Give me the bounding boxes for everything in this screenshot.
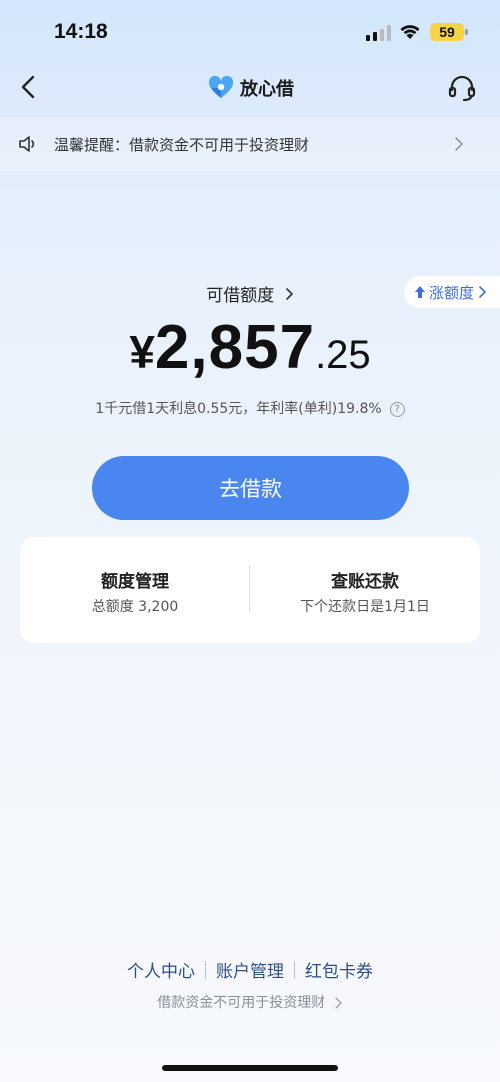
footer-links: 个人中心 账户管理 红包卡券 xyxy=(0,957,500,982)
quick-actions-card: 额度管理 总额度 3,200 查账还款 下个还款日是1月1日 xyxy=(20,537,480,643)
notice-text: 温馨提醒：借款资金不可用于投资理财 xyxy=(54,136,310,154)
chevron-right-icon xyxy=(455,137,463,151)
rate-info: 1千元借1天利息0.55元，年利率(单利)19.8%? xyxy=(0,398,500,418)
chevron-right-icon xyxy=(285,287,293,300)
rate-text: 1千元借1天利息0.55元，年利率(单利)19.8% xyxy=(95,401,382,417)
back-chevron-icon[interactable] xyxy=(14,72,44,102)
battery-tip xyxy=(465,29,468,35)
footer-link-account-management[interactable]: 账户管理 xyxy=(216,957,284,982)
brand-heart-logo-icon xyxy=(208,76,234,98)
status-time: 14:18 xyxy=(54,20,108,43)
customer-service-headset-icon[interactable] xyxy=(446,72,478,104)
help-question-icon[interactable]: ? xyxy=(389,401,405,417)
bill-repayment-sub: 下个还款日是1月1日 xyxy=(300,599,430,615)
footer-note-link[interactable]: 借款资金不可用于投资理财 xyxy=(0,992,500,1012)
brand: 放心借 xyxy=(208,74,294,102)
quota-management-item[interactable]: 额度管理 总额度 3,200 xyxy=(20,537,250,643)
available-limit-title: 可借额度 xyxy=(206,286,275,306)
available-limit-link[interactable]: 可借额度 xyxy=(0,281,500,306)
nav-title: 放心借 xyxy=(240,79,294,100)
footer-link-personal-center[interactable]: 个人中心 xyxy=(127,957,195,982)
bill-repayment-title: 查账还款 xyxy=(331,572,399,592)
amount-integer: 2,857 xyxy=(154,313,316,382)
bill-repayment-item[interactable]: 查账还款 下个还款日是1月1日 xyxy=(250,537,480,643)
quota-management-title: 额度管理 xyxy=(101,572,169,592)
cellular-signal-icon xyxy=(366,25,391,41)
wifi-icon xyxy=(400,25,420,39)
currency-symbol: ¥ xyxy=(129,326,155,378)
footer-separator xyxy=(205,960,206,979)
amount-decimal: .25 xyxy=(315,333,371,377)
battery-indicator: 59 xyxy=(430,23,464,41)
nav-bar: 放心借 xyxy=(0,62,500,116)
notice-bar[interactable]: 温馨提醒：借款资金不可用于投资理财 xyxy=(0,117,500,171)
chevron-right-icon xyxy=(335,997,342,1009)
home-indicator xyxy=(162,1065,338,1071)
available-amount: ¥2,857.25 xyxy=(0,312,500,383)
speaker-icon xyxy=(19,136,35,152)
footer-separator xyxy=(294,960,295,979)
quota-management-sub: 总额度 3,200 xyxy=(91,599,179,615)
footer-note-text: 借款资金不可用于投资理财 xyxy=(157,995,326,1011)
status-bar: 14:18 59 xyxy=(0,0,500,62)
borrow-button[interactable]: 去借款 xyxy=(92,456,409,520)
footer-link-coupons[interactable]: 红包卡券 xyxy=(305,957,373,982)
